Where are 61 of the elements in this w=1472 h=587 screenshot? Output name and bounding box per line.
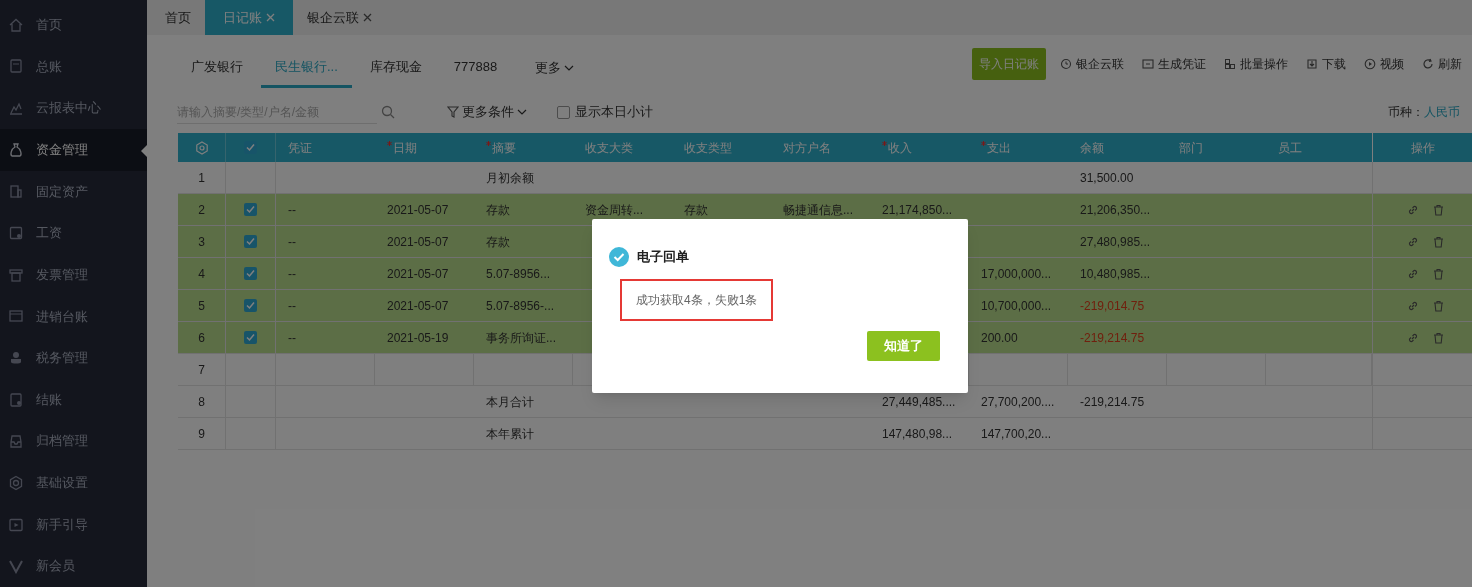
column-header: 对方户名 [783, 139, 831, 157]
row-number: 8 [198, 393, 205, 411]
table-cell-text: 本月合计 [486, 393, 534, 411]
table-cell-text: 2021-05-07 [387, 297, 449, 315]
row-number: 7 [198, 361, 205, 379]
column-header: 收入 [888, 139, 912, 157]
column-header: 日期 [393, 139, 417, 157]
table-cell-text: 147,700,20... [981, 425, 1052, 443]
table-cell-text: 31,500.00 [1080, 169, 1134, 187]
table-cell-text: 147,480,98... [882, 425, 953, 443]
column-header: 员工 [1278, 139, 1302, 157]
column-header: 支出 [987, 139, 1011, 157]
table-cell-text: 21,206,350... [1080, 201, 1151, 219]
table-cell-text: -219,214.75 [1080, 393, 1145, 411]
row-number: 3 [198, 233, 205, 251]
table-cell-text: -219,014.75 [1080, 297, 1145, 315]
row-number: 1 [198, 169, 205, 187]
table-cell-text: 2021-05-19 [387, 329, 449, 347]
column-header: 凭证 [288, 139, 312, 157]
column-header: 操作 [1410, 139, 1435, 157]
table-cell-text: 17,000,000... [981, 265, 1052, 283]
table-cell-text: -- [288, 329, 296, 347]
table-cell-text: 2021-05-07 [387, 265, 449, 283]
table-cell-text: 2021-05-07 [387, 233, 449, 251]
column-header: 收支类型 [684, 139, 732, 157]
row-number: 4 [198, 265, 205, 283]
table-cell-text: -- [288, 297, 296, 315]
table-cell-text: -- [288, 201, 296, 219]
table-cell-text: 月初余额 [486, 169, 534, 187]
table-cell-text: 畅捷通信息... [783, 201, 853, 219]
column-header: 部门 [1179, 139, 1203, 157]
dialog-message: 成功获取4条，失败1条 [620, 279, 774, 321]
table-cell-text: 10,700,000... [981, 297, 1052, 315]
table-cell-text: 本年累计 [486, 425, 534, 443]
table-cell-text: 资金周转... [585, 201, 643, 219]
table-cell-text: -- [288, 233, 296, 251]
table-cell-text: 存款 [486, 201, 510, 219]
table-cell-text: 事务所询证... [486, 329, 556, 347]
row-number: 9 [198, 425, 205, 443]
table-cell-text: 200.00 [981, 329, 1018, 347]
table-cell-text: 2021-05-07 [387, 201, 449, 219]
table-cell-text: 27,480,985... [1080, 233, 1151, 251]
checkbox-label: 显示本日小计 [575, 103, 653, 122]
dialog-title: 电子回单 [637, 248, 689, 267]
table-cell-text: 5.07-8956... [486, 265, 551, 283]
table-cell-text: 21,174,850... [882, 201, 953, 219]
table-cell-text: 27,449,485.... [882, 393, 956, 411]
table-cell-text: 10,480,985... [1080, 265, 1151, 283]
row-number: 6 [198, 329, 205, 347]
column-header: 摘要 [492, 139, 516, 157]
table-cell-text: -219,214.75 [1080, 329, 1145, 347]
row-number: 5 [198, 297, 205, 315]
table-cell-text: 5.07-8956-... [486, 297, 555, 315]
row-number: 2 [198, 201, 205, 219]
table-cell-text: -- [288, 265, 296, 283]
column-header: 收支大类 [585, 139, 633, 157]
column-header: 余额 [1080, 139, 1104, 157]
currency-label: 币种： [1388, 104, 1424, 121]
table-cell-text: 存款 [684, 201, 708, 219]
table-cell-text: 存款 [486, 233, 510, 251]
table-cell-text: 27,700,200.... [981, 393, 1055, 411]
